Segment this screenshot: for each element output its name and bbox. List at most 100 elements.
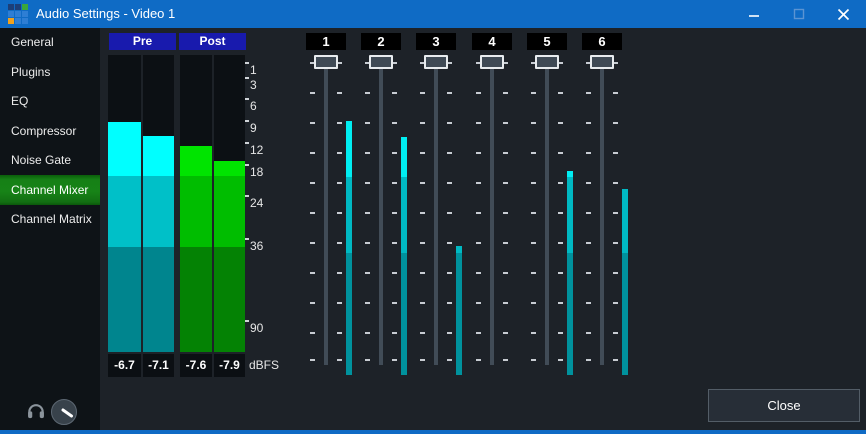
scale-tick <box>245 164 249 166</box>
fader-track-1[interactable] <box>324 56 328 365</box>
scale-tick <box>245 98 249 100</box>
channel-meter-bar-1 <box>346 253 352 375</box>
fader-tick <box>420 182 425 184</box>
minimize-icon <box>748 8 760 20</box>
fader-tick <box>447 92 452 94</box>
maximize-icon <box>793 8 805 20</box>
app-icon-square <box>22 18 28 24</box>
meter-level-post <box>214 161 245 176</box>
fader-tick <box>613 152 618 154</box>
sidebar-item-plugins[interactable]: Plugins <box>0 57 100 87</box>
audio-settings-window: Audio Settings - Video 1 GeneralPluginsE… <box>0 0 866 434</box>
channel-meter-bar-2 <box>401 177 407 253</box>
fader-tick <box>586 359 591 361</box>
fader-handle-2[interactable] <box>369 55 393 69</box>
fader-tick <box>337 212 342 214</box>
fader-tick <box>503 122 508 124</box>
meter-level-post <box>180 146 212 176</box>
fader-tick <box>447 359 452 361</box>
channel-header-4[interactable]: 4 <box>472 33 512 50</box>
channel-meter-bar-3 <box>456 253 462 375</box>
channel-header-2[interactable]: 2 <box>361 33 401 50</box>
close-window-button[interactable] <box>821 0 866 28</box>
sidebar-item-channel-mixer[interactable]: Channel Mixer <box>0 175 100 205</box>
monitor-volume-knob[interactable] <box>50 398 78 426</box>
fader-tick <box>558 359 563 361</box>
headphones-icon <box>26 401 46 421</box>
app-icon <box>8 4 28 24</box>
sidebar-item-general[interactable]: General <box>0 27 100 57</box>
fader-tick <box>531 92 536 94</box>
channel-header-1[interactable]: 1 <box>306 33 346 50</box>
scale-label-36: 36 <box>250 239 263 253</box>
fader-tick <box>392 122 397 124</box>
fader-tick <box>586 152 591 154</box>
fader-tick <box>420 152 425 154</box>
meter-level-post <box>180 247 212 352</box>
fader-track-3[interactable] <box>434 56 438 365</box>
app-icon-square <box>15 4 21 10</box>
fader-tick <box>476 92 481 94</box>
fader-tick <box>447 332 452 334</box>
fader-tick <box>310 152 315 154</box>
close-icon <box>837 8 850 21</box>
fader-handle-4[interactable] <box>480 55 504 69</box>
meter-level-pre <box>108 176 141 247</box>
fader-handle-1[interactable] <box>314 55 338 69</box>
fader-tick <box>613 212 618 214</box>
channel-header-6[interactable]: 6 <box>582 33 622 50</box>
channel-meter-bar-1 <box>346 121 352 177</box>
fader-tick <box>558 212 563 214</box>
fader-tick <box>365 92 370 94</box>
fader-tick <box>503 302 508 304</box>
fader-tick <box>310 242 315 244</box>
fader-tick <box>337 302 342 304</box>
fader-tick <box>365 302 370 304</box>
fader-tick <box>392 272 397 274</box>
fader-tick <box>531 212 536 214</box>
fader-track-4[interactable] <box>490 56 494 365</box>
meter-value-pre-1: -7.1 <box>143 354 174 377</box>
fader-tick <box>420 122 425 124</box>
fader-tick <box>531 302 536 304</box>
app-icon-square <box>15 18 21 24</box>
fader-tick <box>365 212 370 214</box>
meter-value-post-2: -7.6 <box>180 354 212 377</box>
fader-tick <box>310 182 315 184</box>
fader-handle-3[interactable] <box>424 55 448 69</box>
scale-label-6: 6 <box>250 99 257 113</box>
meter-level-post <box>214 247 245 352</box>
channel-header-3[interactable]: 3 <box>416 33 456 50</box>
fader-handle-6[interactable] <box>590 55 614 69</box>
close-button[interactable]: Close <box>708 389 860 422</box>
fader-tick <box>531 332 536 334</box>
scale-label-90: 90 <box>250 321 263 335</box>
scale-label-9: 9 <box>250 121 257 135</box>
channel-meter-bar-2 <box>401 137 407 177</box>
fader-tick <box>586 182 591 184</box>
fader-tick <box>392 302 397 304</box>
fader-track-2[interactable] <box>379 56 383 365</box>
fader-tick <box>447 182 452 184</box>
fader-tick <box>310 272 315 274</box>
scale-tick <box>245 142 249 144</box>
fader-tick <box>586 332 591 334</box>
fader-handle-5[interactable] <box>535 55 559 69</box>
fader-tick <box>503 332 508 334</box>
fader-tick <box>558 302 563 304</box>
fader-tick <box>337 152 342 154</box>
fader-track-6[interactable] <box>600 56 604 365</box>
fader-tick <box>531 122 536 124</box>
fader-tick <box>558 242 563 244</box>
channel-header-5[interactable]: 5 <box>527 33 567 50</box>
sidebar-item-channel-matrix[interactable]: Channel Matrix <box>0 204 100 234</box>
fader-track-5[interactable] <box>545 56 549 365</box>
app-icon-square <box>22 11 28 17</box>
scale-label-24: 24 <box>250 196 263 210</box>
sidebar-item-compressor[interactable]: Compressor <box>0 116 100 146</box>
sidebar-item-noise-gate[interactable]: Noise Gate <box>0 145 100 175</box>
fader-tick <box>531 182 536 184</box>
sidebar-item-eq[interactable]: EQ <box>0 86 100 116</box>
fader-tick <box>310 122 315 124</box>
minimize-button[interactable] <box>731 0 776 28</box>
